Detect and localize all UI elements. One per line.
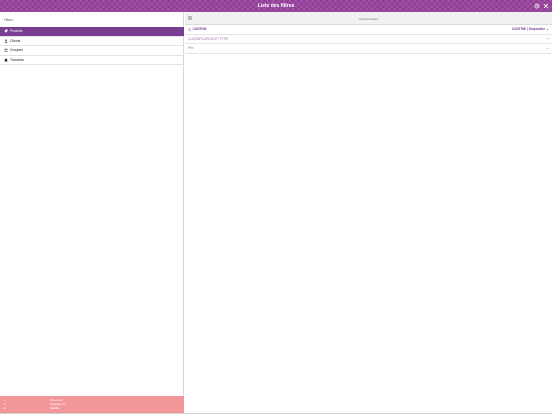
filters-sidebar: Filtres Produits Clients Groupes Tranche… bbox=[0, 12, 184, 413]
sidebar-title: Filtres bbox=[4, 18, 13, 22]
page-title: Liste des filtres bbox=[257, 3, 295, 9]
sidebar-item-clients[interactable]: Clients bbox=[0, 37, 184, 46]
legend-row: ≥ Validité bbox=[4, 406, 180, 410]
app-header: Liste des filtres bbox=[0, 0, 552, 12]
chevron-down-icon[interactable] bbox=[546, 28, 549, 31]
refresh-icon[interactable] bbox=[188, 27, 192, 32]
panel-title: Outil de filtres bbox=[359, 17, 378, 21]
legend-label: Validité bbox=[50, 406, 60, 410]
panel-toolbar: Outil de filtres bbox=[185, 12, 552, 25]
sidebar-item-tranches[interactable]: Tranches bbox=[0, 56, 184, 65]
sidebar-item-label: Tranches bbox=[10, 57, 25, 62]
sidebar-item-label: Clients bbox=[10, 38, 21, 43]
filter-tool-panel: Outil de filtres CANTINE CANTINE | Dispo… bbox=[185, 12, 552, 413]
filter-category-list: Produits Clients Groupes Tranches bbox=[0, 27, 184, 65]
chevron-down-icon[interactable] bbox=[546, 37, 549, 40]
slice-icon bbox=[4, 58, 8, 62]
close-icon[interactable] bbox=[543, 3, 549, 9]
sidebar-item-groupes[interactable]: Groupes bbox=[0, 46, 184, 56]
legend-key: ≥ bbox=[4, 406, 6, 410]
settings-icon[interactable] bbox=[534, 3, 540, 9]
filter-row-prix[interactable]: Prix bbox=[185, 44, 552, 54]
filter-row-label: Prix bbox=[188, 46, 194, 51]
tag-icon bbox=[4, 29, 8, 33]
filter-row-label: CANTINE bbox=[192, 27, 207, 32]
group-icon bbox=[4, 48, 8, 52]
filter-row-label: CLASSIFICATION ET TYPE bbox=[188, 36, 229, 41]
sidebar-item-label: Produits bbox=[10, 29, 23, 34]
chevron-down-icon[interactable] bbox=[546, 47, 549, 50]
filter-row-cantine[interactable]: CANTINE CANTINE | Disponible bbox=[185, 25, 552, 35]
user-icon bbox=[4, 39, 8, 43]
sidebar-item-label: Groupes bbox=[10, 48, 24, 53]
filter-row-classification[interactable]: CLASSIFICATION ET TYPE bbox=[185, 35, 552, 44]
filter-row-value: CANTINE | Disponible bbox=[511, 27, 545, 32]
header-actions bbox=[534, 3, 549, 9]
sidebar-item-produits[interactable]: Produits bbox=[0, 27, 184, 37]
legend-bar: + Présence ≠ Inexistence ≥ Validité bbox=[0, 396, 184, 413]
